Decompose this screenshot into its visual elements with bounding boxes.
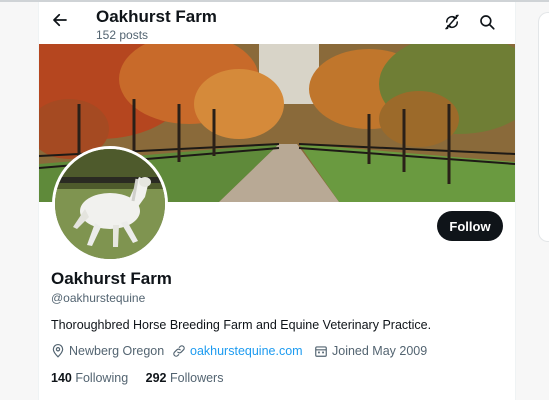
- location-pin-icon: [52, 344, 64, 358]
- side-panel-edge: [538, 12, 549, 242]
- following-count: 140: [51, 371, 72, 385]
- followers-stat[interactable]: 292 Followers: [146, 371, 224, 385]
- joined-date: Joined May 2009: [332, 344, 428, 358]
- profile-handle: @oakhurstequine: [51, 291, 146, 305]
- post-count: 152 posts: [96, 28, 149, 42]
- location-text: Newberg Oregon: [69, 344, 165, 358]
- refresh-off-icon: [445, 14, 459, 30]
- following-label: Following: [75, 371, 129, 385]
- search-icon: [480, 15, 495, 30]
- followers-count: 292: [145, 371, 167, 385]
- profile-header: Oakhurst Farm 152 posts: [39, 2, 515, 45]
- refresh-button[interactable]: [441, 11, 463, 33]
- page-title: Oakhurst Farm: [96, 7, 217, 26]
- profile-name: Oakhurst Farm: [51, 269, 172, 288]
- arrow-left-icon: [53, 13, 67, 27]
- link-icon: [173, 345, 185, 357]
- follow-stats: 140 Following 292 Followers: [51, 371, 237, 385]
- profile-avatar[interactable]: [52, 146, 168, 262]
- avatar-image: [55, 149, 165, 259]
- following-stat[interactable]: 140 Following: [51, 371, 128, 385]
- location-item: Newberg Oregon: [51, 344, 164, 358]
- joined-item: Joined May 2009: [314, 344, 427, 358]
- calendar-icon: [315, 346, 327, 357]
- back-button[interactable]: [49, 9, 71, 31]
- follow-button[interactable]: Follow: [437, 211, 503, 241]
- website-link[interactable]: oakhurstequine.com: [190, 344, 303, 358]
- profile-bio: Thoroughbred Horse Breeding Farm and Equ…: [51, 318, 432, 332]
- website-item: oakhurstequine.com: [172, 344, 303, 358]
- search-button[interactable]: [476, 11, 498, 33]
- followers-label: Followers: [169, 371, 224, 385]
- profile-column: Oakhurst Farm 152 posts Follow Oakhurst …: [38, 2, 516, 400]
